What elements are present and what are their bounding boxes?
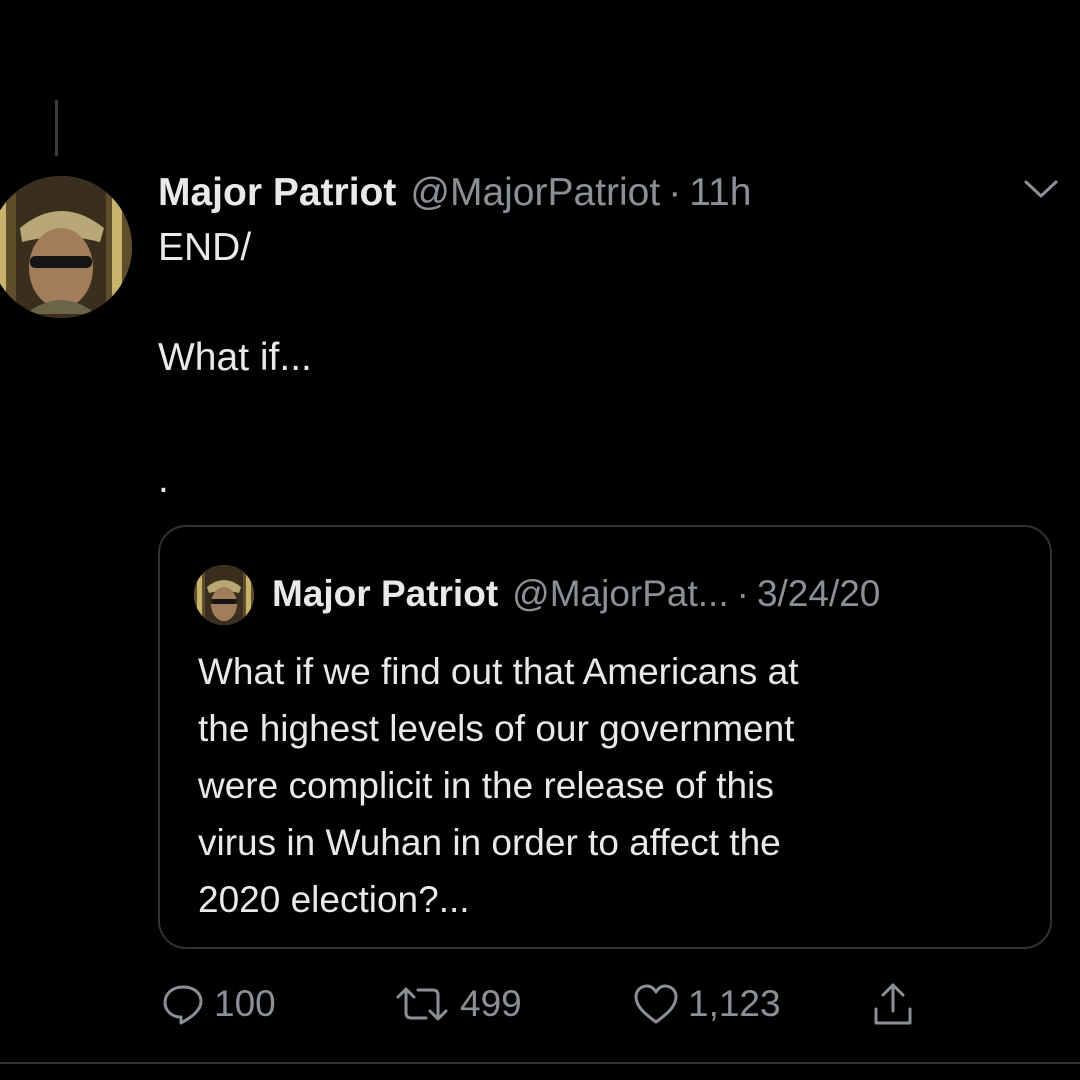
retweet-icon [392,981,452,1027]
quoted-avatar [194,565,254,625]
chevron-down-icon[interactable] [1022,176,1060,204]
retweet-count: 499 [460,983,522,1024]
quoted-tweet-card[interactable]: Major Patriot @MajorPat... · 3/24/20 Wha… [158,525,1052,949]
like-button[interactable]: 1,123 [632,978,781,1030]
reply-button[interactable]: 100 [160,978,276,1030]
tweet-header: Major Patriot @MajorPatriot · 11h [158,166,751,220]
author-name[interactable]: Major Patriot [158,171,396,215]
reply-icon [160,981,206,1027]
avatar[interactable] [0,176,132,318]
header-separator: · [668,171,682,214]
quoted-tweet-date: 3/24/20 [756,573,881,614]
author-handle[interactable]: @MajorPatriot [410,171,660,215]
quoted-header-separator: · [736,573,749,614]
share-button[interactable] [868,978,918,1030]
tweet-action-bar: 100 499 1,123 [0,978,1080,1030]
share-icon [868,979,918,1029]
tweet-screen: Major Patriot @MajorPatriot · 11h END/ W… [0,0,1080,1080]
retweet-button[interactable]: 499 [392,978,522,1030]
quoted-author-name: Major Patriot [272,573,499,614]
tweet-text-line: What if... [158,336,312,379]
bottom-divider [0,1062,1080,1064]
tweet-text-line: . [158,458,169,501]
thread-connector-line [55,100,58,156]
tweet-text-line: END/ [158,226,252,269]
quoted-author-handle: @MajorPat... [512,573,729,614]
quoted-tweet-header: Major Patriot @MajorPat... · 3/24/20 [272,569,880,619]
heart-icon [632,981,680,1027]
reply-count: 100 [214,983,276,1024]
quoted-tweet-text: What if we find out that Americans at th… [198,651,799,920]
tweet-timestamp[interactable]: 11h [689,171,751,215]
like-count: 1,123 [688,983,781,1024]
